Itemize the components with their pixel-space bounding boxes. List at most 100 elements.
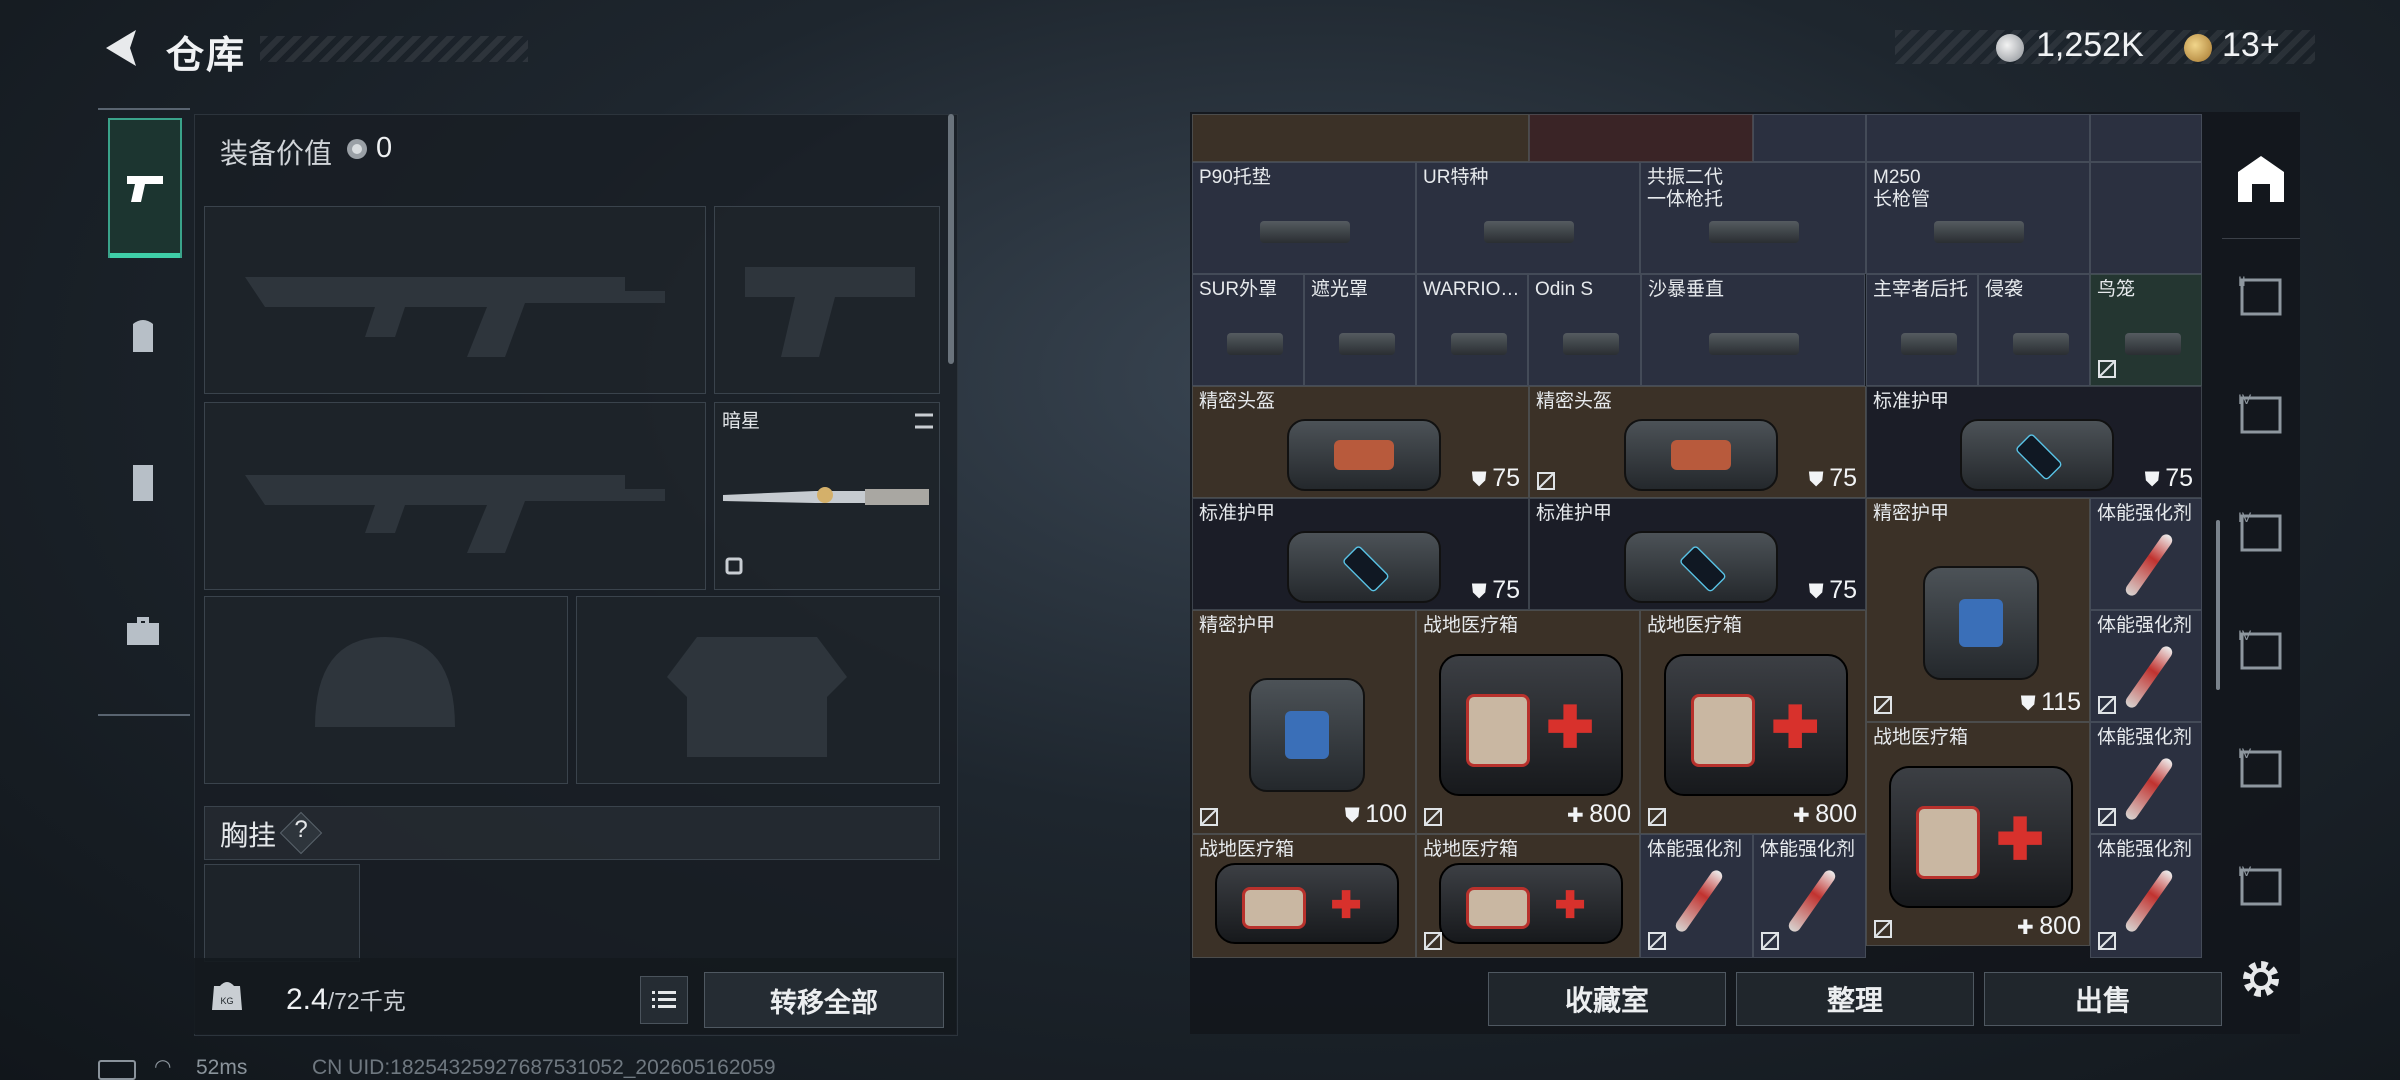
stash-item-cell[interactable]: 体能强化剂 bbox=[2090, 610, 2202, 722]
stash-item-cell[interactable]: 体能强化剂 bbox=[1753, 834, 1866, 958]
item-name: 主宰者后托 bbox=[1873, 279, 1969, 300]
transfer-all-button[interactable]: 转移全部 bbox=[704, 972, 944, 1028]
medkit-item-icon bbox=[1664, 653, 1848, 797]
item-name: SUR外罩 bbox=[1199, 279, 1278, 300]
stash-item-cell[interactable]: 体能强化剂 bbox=[2090, 498, 2202, 610]
medkit-item-icon bbox=[1215, 863, 1399, 944]
no-trade-icon bbox=[1537, 472, 1555, 490]
stash-cell-partial[interactable] bbox=[1866, 114, 2090, 162]
stash-item-cell[interactable]: 精密护甲 ⛊ 100 bbox=[1192, 610, 1416, 834]
tab-weapon[interactable] bbox=[108, 118, 182, 258]
stash-cell-partial[interactable] bbox=[2090, 114, 2202, 162]
armor-item-icon bbox=[1960, 419, 2114, 491]
stash-scrollbar[interactable] bbox=[2216, 520, 2220, 690]
stash-item-cell[interactable]: SUR外罩 bbox=[1192, 274, 1304, 386]
tab-chest-rig[interactable] bbox=[108, 414, 178, 550]
shield-icon: ⛊ bbox=[1471, 581, 1493, 603]
stash-item-cell[interactable]: 精密头盔 ⛊ 75 bbox=[1192, 386, 1529, 498]
shield-icon: ⛊ bbox=[2144, 469, 2166, 491]
stash-item-cell[interactable]: M250 长枪管 bbox=[1866, 162, 2090, 274]
stash-item-cell[interactable]: 沙暴垂直 bbox=[1641, 274, 1865, 386]
stash-item-cell[interactable]: 标准护甲 ⛊ 75 bbox=[1192, 498, 1529, 610]
syringe-item-icon bbox=[1673, 868, 1725, 934]
melee-item-name: 暗星 bbox=[722, 411, 761, 432]
item-name: WARRIO… bbox=[1423, 279, 1520, 300]
attachment-item-icon bbox=[1562, 333, 1620, 356]
collection-room-button[interactable]: 收藏室 bbox=[1488, 972, 1726, 1026]
stash-item-cell[interactable]: 战地医疗箱 ✚ 800 bbox=[1640, 610, 1866, 834]
item-name: 战地医疗箱 bbox=[1423, 615, 1519, 636]
gold-coin-icon[interactable] bbox=[2184, 34, 2212, 62]
stash-item-cell[interactable]: 体能强化剂 bbox=[2090, 722, 2202, 834]
item-name: 战地医疗箱 bbox=[1647, 615, 1743, 636]
stash-item-cell[interactable]: 侵袭 bbox=[1978, 274, 2090, 386]
armor-slot[interactable] bbox=[576, 596, 940, 784]
durability-value: ⛊ 75 bbox=[1809, 576, 1857, 605]
stash-item-cell[interactable]: 遮光罩 bbox=[1304, 274, 1416, 386]
stash-cell-partial[interactable] bbox=[1192, 114, 1529, 162]
stash-item-cell[interactable]: UR特种 bbox=[1416, 162, 1640, 274]
stash-item-cell[interactable]: 精密头盔 ⛊ 75 bbox=[1529, 386, 1866, 498]
stash-tab-iv-icon[interactable]: IV bbox=[2234, 860, 2288, 914]
attachment-item-icon bbox=[1260, 221, 1351, 244]
chest-rig-slot[interactable] bbox=[204, 864, 360, 962]
list-view-button[interactable] bbox=[640, 976, 688, 1024]
stash-item-cell[interactable]: 体能强化剂 bbox=[2090, 834, 2202, 958]
armor-item-icon bbox=[1249, 678, 1365, 792]
tab-secure-case[interactable] bbox=[108, 562, 178, 698]
attachment-item-icon bbox=[1450, 333, 1507, 356]
helmet-slot[interactable] bbox=[204, 596, 568, 784]
stash-item-cell[interactable]: 共振二代 一体枪托 bbox=[1640, 162, 1866, 274]
no-trade-icon bbox=[1424, 808, 1442, 826]
durability-value: ⛊ 75 bbox=[1809, 464, 1857, 493]
no-trade-icon bbox=[1200, 808, 1218, 826]
stash-cell[interactable] bbox=[2090, 162, 2202, 274]
sell-button[interactable]: 出售 bbox=[1984, 972, 2222, 1026]
stash-item-cell[interactable]: 精密护甲 ⛊ 115 bbox=[1866, 498, 2090, 722]
secondary-weapon-slot[interactable] bbox=[204, 402, 706, 590]
stash-tab-iv-icon[interactable]: IV bbox=[2234, 388, 2288, 442]
loadout-scrollbar[interactable] bbox=[948, 114, 954, 364]
tab-backpack[interactable] bbox=[108, 268, 178, 404]
sort-button[interactable]: 整理 bbox=[1736, 972, 1974, 1026]
stash-item-cell[interactable]: P90托垫 bbox=[1192, 162, 1416, 274]
item-name: UR特种 bbox=[1423, 167, 1489, 188]
durability-value: ⛊ 75 bbox=[2145, 464, 2193, 493]
stash-cell-partial[interactable] bbox=[1529, 114, 1753, 162]
settings-gear-icon[interactable] bbox=[2238, 956, 2284, 1002]
primary-weapon-slot[interactable] bbox=[204, 206, 706, 394]
stash-item-cell[interactable]: 标准护甲 ⛊ 75 bbox=[1866, 386, 2202, 498]
stash-tab-ii-icon[interactable]: II bbox=[2234, 270, 2288, 324]
syringe-item-icon bbox=[2123, 644, 2175, 710]
pistol-slot[interactable] bbox=[714, 206, 940, 394]
title-decoration bbox=[260, 36, 528, 62]
item-name: 精密护甲 bbox=[1199, 615, 1276, 636]
stash-item-cell[interactable]: Odin S bbox=[1528, 274, 1641, 386]
stash-item-cell[interactable]: 鸟笼 bbox=[2090, 274, 2202, 386]
stash-item-cell[interactable]: WARRIO… bbox=[1416, 274, 1528, 386]
back-arrow-icon[interactable] bbox=[100, 26, 140, 70]
rifle-silhouette-icon bbox=[245, 277, 665, 357]
stash-item-cell[interactable]: 战地医疗箱 ✚ 800 bbox=[1416, 610, 1640, 834]
gold-currency-value[interactable]: 13+ bbox=[2222, 26, 2280, 65]
stash-item-cell[interactable]: 战地医疗箱 bbox=[1416, 834, 1640, 958]
durability-value: ⛊ 100 bbox=[1345, 800, 1407, 829]
item-name: 精密护甲 bbox=[1873, 503, 1950, 524]
attachment-item-icon bbox=[1900, 333, 1957, 356]
stash-item-cell[interactable]: 体能强化剂 bbox=[1640, 834, 1753, 958]
weight-capacity: /72千克 bbox=[327, 988, 406, 1014]
item-name: P90托垫 bbox=[1199, 167, 1271, 188]
stash-tab-iv-icon[interactable]: IV bbox=[2234, 506, 2288, 560]
pistol-silhouette-icon bbox=[745, 267, 915, 357]
stash-tab-iv-icon[interactable]: IV bbox=[2234, 624, 2288, 678]
stash-item-cell[interactable]: 标准护甲 ⛊ 75 bbox=[1529, 498, 1866, 610]
stash-item-cell[interactable]: 战地医疗箱 ✚ 800 bbox=[1866, 722, 2090, 946]
stash-item-cell[interactable]: 主宰者后托 bbox=[1866, 274, 1978, 386]
stash-cell-partial[interactable] bbox=[1753, 114, 1866, 162]
stash-home-icon[interactable] bbox=[2234, 152, 2288, 206]
attachment-item-icon bbox=[1934, 221, 2025, 244]
item-value: 75 bbox=[2165, 464, 2193, 492]
stash-tab-iv-icon[interactable]: IV bbox=[2234, 742, 2288, 796]
stash-item-cell[interactable]: 战地医疗箱 bbox=[1192, 834, 1416, 958]
item-name: 标准护甲 bbox=[1536, 503, 1613, 524]
